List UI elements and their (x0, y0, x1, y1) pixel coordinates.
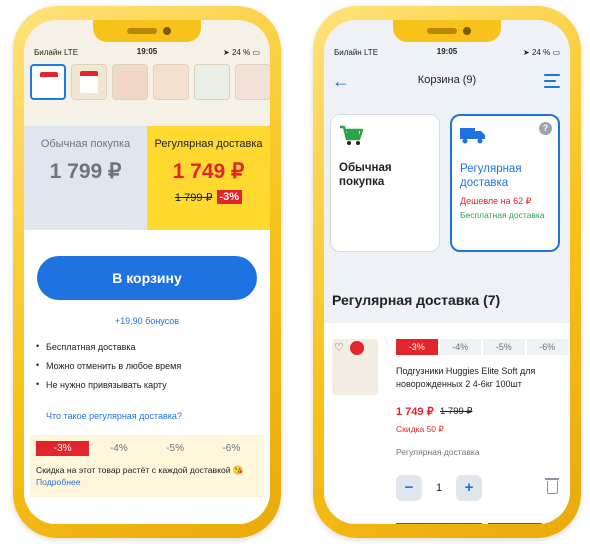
bonus-text: +19,90 бонусов (114, 316, 180, 326)
product-screen: Билайн LTE 19:05 ➤ 24 % ▭ Обычная покупк… (24, 20, 270, 524)
benefit-item: Можно отменить в любое время (36, 360, 262, 371)
section-title: Регулярная доставка (7) (332, 292, 501, 308)
trash-icon[interactable] (545, 478, 559, 494)
option-subscription[interactable]: ? Регулярная доставка Дешевле на 62 ₽ Бе… (450, 114, 560, 252)
truck-icon (460, 126, 550, 150)
more-link[interactable]: Подробнее (36, 477, 81, 487)
what-is-subscription-link[interactable]: Что такое регулярная доставка? (46, 411, 182, 421)
menu-icon[interactable] (544, 74, 560, 88)
cart-title: Корзина (9) (417, 74, 477, 86)
quantity-stepper: − 1 + (396, 475, 482, 501)
item-delivery-type: Регулярная доставка (396, 447, 480, 457)
free-delivery-text: Бесплатная доставка (460, 210, 545, 220)
thumbnail-5[interactable] (194, 64, 230, 100)
item-discount-ladder: -3% -4% -5% -6% (396, 339, 570, 355)
subscription-title: Регулярная доставка (154, 138, 263, 150)
discount-badge: -3% (216, 190, 243, 204)
regular-title: Обычная покупка (40, 138, 131, 150)
option-regular-title: Обычная покупка (339, 162, 392, 188)
discount-step: -5% (483, 339, 525, 355)
brand-badge (350, 341, 364, 355)
thumbnail-6[interactable] (235, 64, 270, 100)
increase-button[interactable]: + (456, 475, 482, 501)
thumbnail-3[interactable] (112, 64, 148, 100)
cart-header: ← Корзина (9) (324, 70, 570, 94)
discount-step: -6% (222, 443, 241, 454)
next-product-image (332, 523, 378, 524)
decrease-button[interactable]: − (396, 475, 422, 501)
phone-frame-cart: Билайн LTE 19:05 ➤ 24 % ▭ ← Корзина (9) … (313, 6, 581, 538)
help-icon[interactable]: ? (539, 122, 552, 135)
option-subscription-title: Регулярная доставка (460, 163, 522, 189)
thumbnail-1[interactable] (30, 64, 66, 100)
item-old-price: 1 799 ₽ (440, 406, 473, 417)
option-regular-purchase[interactable]: Обычная покупка 1 799 ₽ (24, 126, 147, 230)
benefit-item: Не нужно привязывать карту (36, 379, 262, 390)
next-cart-item (332, 519, 570, 524)
thumbnail-2[interactable] (71, 64, 107, 100)
discount-step: -5% (166, 443, 184, 454)
purchase-options: Обычная покупка 1 799 ₽ Регулярная доста… (24, 126, 270, 230)
option-subscription[interactable]: Регулярная доставка 1 749 ₽ 1 799 ₽ -3% (147, 126, 270, 230)
discount-ladder: -3% -4% -5% -6% Скидка на этот товар рас… (30, 435, 264, 497)
item-price: 1 749 ₽ (396, 406, 434, 418)
cart-icon (339, 125, 431, 149)
cart-screen: Билайн LTE 19:05 ➤ 24 % ▭ ← Корзина (9) … (324, 20, 570, 524)
add-to-cart-button[interactable]: В корзину (37, 256, 257, 300)
item-name[interactable]: Подгузники Huggies Elite Soft для новоро… (396, 365, 564, 391)
battery-indicator: ➤ 24 % ▭ (223, 48, 260, 57)
heart-icon[interactable]: ♡ (334, 341, 344, 354)
next-product-tag (488, 523, 542, 524)
notch (393, 20, 501, 42)
discount-step: -3% (36, 441, 90, 456)
notch (93, 20, 201, 42)
benefits-list: Бесплатная доставка Можно отменить в люб… (36, 341, 262, 399)
status-bar: Билайн LTE 19:05 ➤ 24 % ▭ (324, 46, 570, 60)
battery-indicator: ➤ 24 % ▭ (523, 48, 560, 57)
quantity-value: 1 (435, 482, 443, 494)
cheaper-text: Дешевле на 62 ₽ (460, 196, 532, 206)
discount-step: -3% (396, 339, 438, 355)
regular-price: 1 799 ₽ (49, 160, 122, 183)
cart-item: ♡ -3% -4% -5% -6% Подгузники Huggies Eli… (324, 323, 570, 524)
discount-description: Скидка на этот товар растёт с каждой дос… (36, 465, 244, 475)
product-image[interactable]: ♡ (332, 339, 378, 395)
subscription-price: 1 749 ₽ (172, 160, 245, 183)
thumbnail-4[interactable] (153, 64, 189, 100)
product-thumbnails (30, 64, 270, 112)
option-regular-purchase[interactable]: Обычная покупка (330, 114, 440, 252)
old-price: 1 799 ₽ (174, 191, 213, 204)
next-product-tag (396, 523, 482, 524)
discount-step: -4% (439, 339, 481, 355)
benefit-item: Бесплатная доставка (36, 341, 262, 352)
phone-frame-product: Билайн LTE 19:05 ➤ 24 % ▭ Обычная покупк… (13, 6, 281, 538)
status-bar: Билайн LTE 19:05 ➤ 24 % ▭ (24, 46, 270, 60)
discount-step: -6% (526, 339, 568, 355)
item-saving: Скидка 50 ₽ (396, 424, 444, 434)
discount-step: -4% (109, 443, 128, 454)
